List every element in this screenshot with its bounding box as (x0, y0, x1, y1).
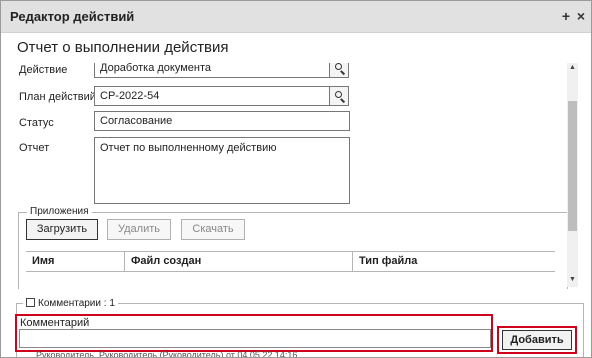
comment-label: Комментарий (20, 317, 90, 329)
attachments-legend: Приложения (27, 206, 92, 217)
pin-icon[interactable]: + (558, 7, 574, 25)
report-textarea[interactable]: Отчет по выполненному действию (94, 137, 350, 204)
action-label: Действие (19, 64, 68, 76)
action-lookup-button[interactable] (329, 63, 349, 78)
collapse-checkbox-icon[interactable] (26, 298, 35, 307)
comments-legend-label: Комментарии : 1 (38, 298, 115, 309)
comments-legend[interactable]: Комментарии : 1 (23, 298, 118, 309)
status-label: Статус (19, 117, 54, 129)
plan-field[interactable]: СР-2022-54 (94, 86, 330, 106)
plan-label: План действий (19, 91, 96, 103)
plan-lookup-button[interactable] (329, 86, 349, 106)
column-header-created[interactable]: Файл создан (125, 252, 353, 271)
comment-author-line: Руководитель, Руководитель (Руководитель… (36, 350, 298, 358)
add-comment-button[interactable]: Добавить (502, 330, 572, 350)
window-titlebar: Редактор действий + × (1, 1, 591, 33)
comment-input[interactable] (19, 329, 491, 348)
upload-button[interactable]: Загрузить (26, 219, 98, 240)
action-field[interactable]: Доработка документа (94, 63, 330, 78)
scroll-up-icon[interactable]: ▲ (567, 63, 578, 73)
download-button[interactable]: Скачать (181, 219, 245, 240)
scroll-down-icon[interactable]: ▼ (567, 275, 578, 285)
attachments-group: Приложения Загрузить Удалить Скачать Имя… (18, 206, 568, 289)
column-header-file-type[interactable]: Тип файла (353, 252, 555, 271)
form-scroll-area: Действие Доработка документа План действ… (9, 63, 579, 289)
window-title: Редактор действий (10, 9, 135, 24)
form-title: Отчет о выполнении действия (17, 39, 229, 56)
column-header-name[interactable]: Имя (26, 252, 125, 271)
delete-button[interactable]: Удалить (107, 219, 171, 240)
status-field[interactable]: Согласование (94, 111, 350, 131)
report-label: Отчет (19, 142, 50, 154)
scrollbar-thumb[interactable] (568, 101, 577, 231)
attachments-grid-header: Имя Файл создан Тип файла (26, 251, 555, 272)
form-scrollbar[interactable]: ▲ ▼ (567, 63, 578, 287)
action-editor-window: Редактор действий + × Отчет о выполнении… (0, 0, 592, 358)
close-icon[interactable]: × (573, 7, 589, 25)
